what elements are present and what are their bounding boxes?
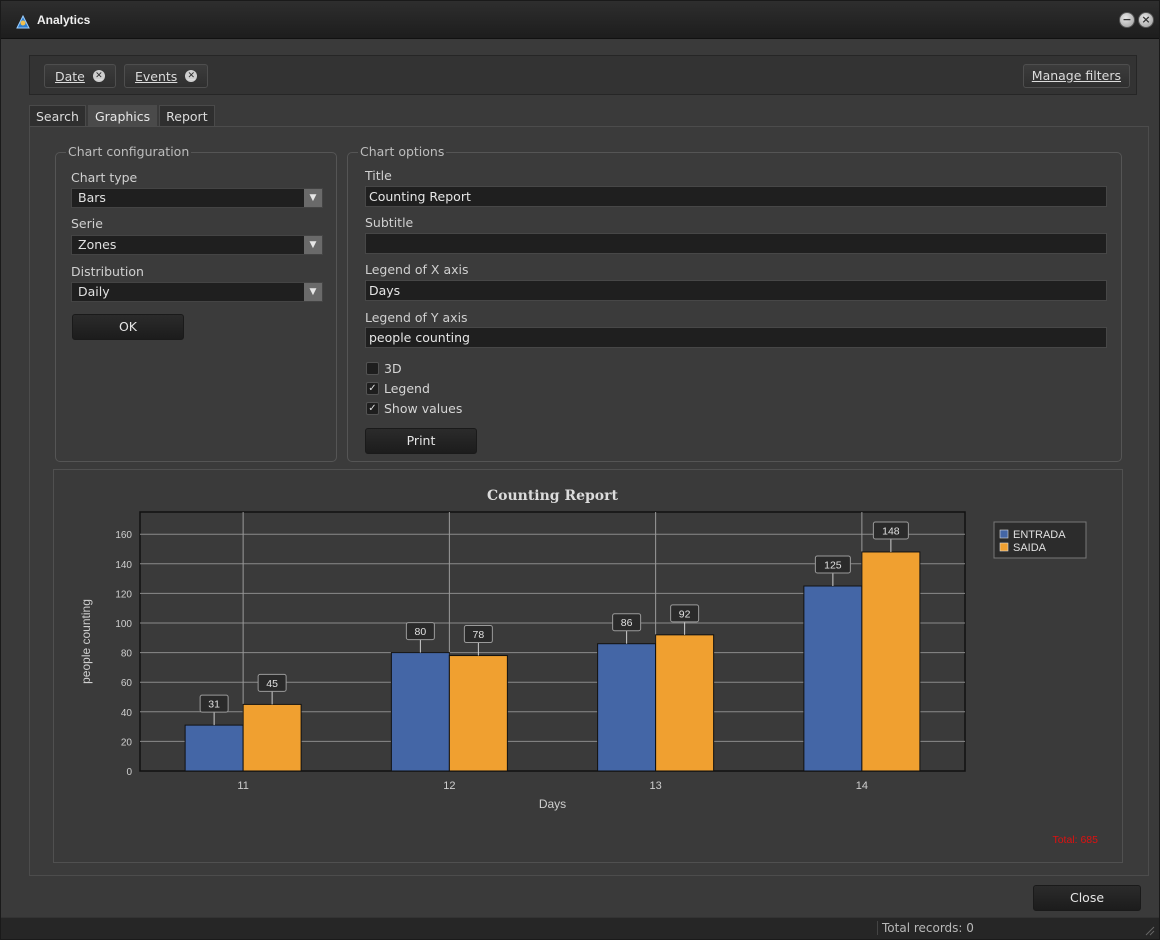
bar	[861, 551, 921, 772]
y-tick-label: 120	[115, 589, 132, 600]
distribution-label: Distribution	[71, 264, 144, 279]
subtitle-label: Subtitle	[365, 215, 414, 230]
option-3d[interactable]: 3D	[366, 361, 402, 376]
checkbox-show-values[interactable]: ✓	[366, 402, 379, 415]
legend-label: ENTRADA	[1013, 529, 1066, 541]
x-tick-label: 11	[237, 780, 248, 792]
x-axis-label: Days	[539, 797, 566, 811]
y-axis-label: people counting	[79, 599, 93, 684]
option-show-values-label: Show values	[384, 401, 463, 416]
distribution-select[interactable]: Daily ▼	[71, 282, 323, 302]
group-legend: Chart configuration	[66, 144, 192, 159]
yaxis-legend-label: Legend of Y axis	[365, 310, 468, 325]
status-bar: Total records: 0	[1, 917, 1159, 939]
x-tick-label: 12	[443, 780, 455, 792]
checkbox-legend[interactable]: ✓	[366, 382, 379, 395]
value-label: 92	[679, 608, 691, 620]
checkbox-3d[interactable]	[366, 362, 379, 375]
app-icon	[16, 14, 30, 29]
y-tick-label: 160	[115, 530, 132, 541]
distribution-value: Daily	[78, 284, 110, 299]
bar	[242, 703, 302, 772]
chart-configuration-group: Chart configuration Chart type Bars ▼ Se…	[55, 144, 337, 462]
remove-filter-icon[interactable]: ✕	[185, 70, 198, 82]
filter-chip-label: Events	[135, 68, 178, 84]
bar	[390, 652, 450, 772]
minimize-icon[interactable]: −	[1119, 12, 1135, 28]
xaxis-legend-label: Legend of X axis	[365, 262, 469, 277]
value-label: 86	[621, 617, 633, 629]
yaxis-legend-input[interactable]: people counting	[365, 327, 1107, 348]
y-tick-label: 20	[121, 737, 133, 748]
serie-label: Serie	[71, 216, 103, 231]
bar-chart: 0 20 40 60 80 100 120 140 160 11 12 13 14 31 80 86 125 45…	[79, 488, 1098, 846]
value-label: 148	[882, 525, 900, 537]
y-tick-label: 80	[121, 649, 133, 660]
window-title: Analytics	[37, 13, 91, 27]
group-legend: Chart options	[358, 144, 447, 159]
chevron-down-icon[interactable]: ▼	[304, 283, 322, 301]
chart-type-value: Bars	[78, 190, 106, 205]
y-tick-label: 0	[126, 767, 132, 778]
filter-chip-events[interactable]: Events ✕	[124, 64, 209, 88]
filter-chip-date[interactable]: Date ✕	[44, 64, 116, 88]
close-button[interactable]: Close	[1033, 885, 1141, 911]
bar	[448, 655, 508, 772]
filters-bar: Date ✕ Events ✕ Manage filters	[29, 55, 1137, 95]
legend-swatch	[999, 542, 1009, 552]
option-3d-label: 3D	[384, 361, 402, 376]
value-label: 31	[208, 699, 220, 711]
bar	[184, 724, 244, 772]
resize-grip-icon[interactable]	[1143, 924, 1155, 936]
y-tick-label: 40	[121, 708, 133, 719]
bar	[803, 585, 863, 772]
value-label: 80	[415, 626, 427, 638]
title-bar: Analytics − ×	[1, 1, 1159, 39]
option-legend-label: Legend	[384, 381, 430, 396]
remove-filter-icon[interactable]: ✕	[92, 70, 105, 82]
title-input[interactable]: Counting Report	[365, 186, 1107, 207]
xaxis-legend-input[interactable]: Days	[365, 280, 1107, 301]
chart-type-select[interactable]: Bars ▼	[71, 188, 323, 208]
tab-bar: Search Graphics Report	[29, 105, 217, 127]
value-label: 45	[266, 678, 278, 690]
chart-options-group: Chart options Title Counting Report Subt…	[347, 144, 1122, 462]
chart-type-label: Chart type	[71, 170, 138, 185]
option-show-values[interactable]: ✓ Show values	[366, 401, 462, 416]
total-annotation: Total: 685	[1052, 834, 1098, 846]
close-window-icon[interactable]: ×	[1138, 12, 1154, 28]
serie-value: Zones	[78, 237, 117, 252]
chevron-down-icon[interactable]: ▼	[304, 189, 322, 207]
legend-swatch	[999, 529, 1009, 539]
value-label: 125	[824, 560, 842, 572]
x-tick-label: 14	[856, 780, 868, 792]
x-tick-label: 13	[650, 780, 662, 792]
option-legend[interactable]: ✓ Legend	[366, 381, 430, 396]
serie-select[interactable]: Zones ▼	[71, 235, 323, 255]
bar	[597, 643, 657, 772]
ok-button[interactable]: OK	[72, 314, 184, 340]
tab-graphics[interactable]: Graphics	[87, 105, 158, 127]
analytics-window: Analytics − × Date ✕ Events ✕ Manage fil…	[0, 0, 1160, 940]
title-label: Title	[365, 168, 392, 183]
filter-chip-label: Date	[55, 68, 85, 84]
legend-label: SAIDA	[1013, 542, 1047, 554]
tab-report[interactable]: Report	[159, 105, 215, 127]
y-tick-label: 100	[115, 619, 132, 630]
print-button[interactable]: Print	[365, 428, 477, 454]
subtitle-input[interactable]	[365, 233, 1107, 254]
y-tick-label: 140	[115, 560, 132, 571]
chart-title: Counting Report	[487, 488, 619, 504]
value-label: 78	[473, 629, 485, 641]
bar	[655, 634, 715, 772]
y-tick-label: 60	[121, 678, 133, 689]
manage-filters-button[interactable]: Manage filters	[1022, 64, 1130, 88]
chevron-down-icon[interactable]: ▼	[304, 236, 322, 254]
chart-area: 0 20 40 60 80 100 120 140 160 11 12 13 14 31 80 86 125 45…	[53, 469, 1123, 863]
total-records-text: Total records: 0	[877, 921, 974, 935]
tab-search[interactable]: Search	[29, 105, 86, 127]
